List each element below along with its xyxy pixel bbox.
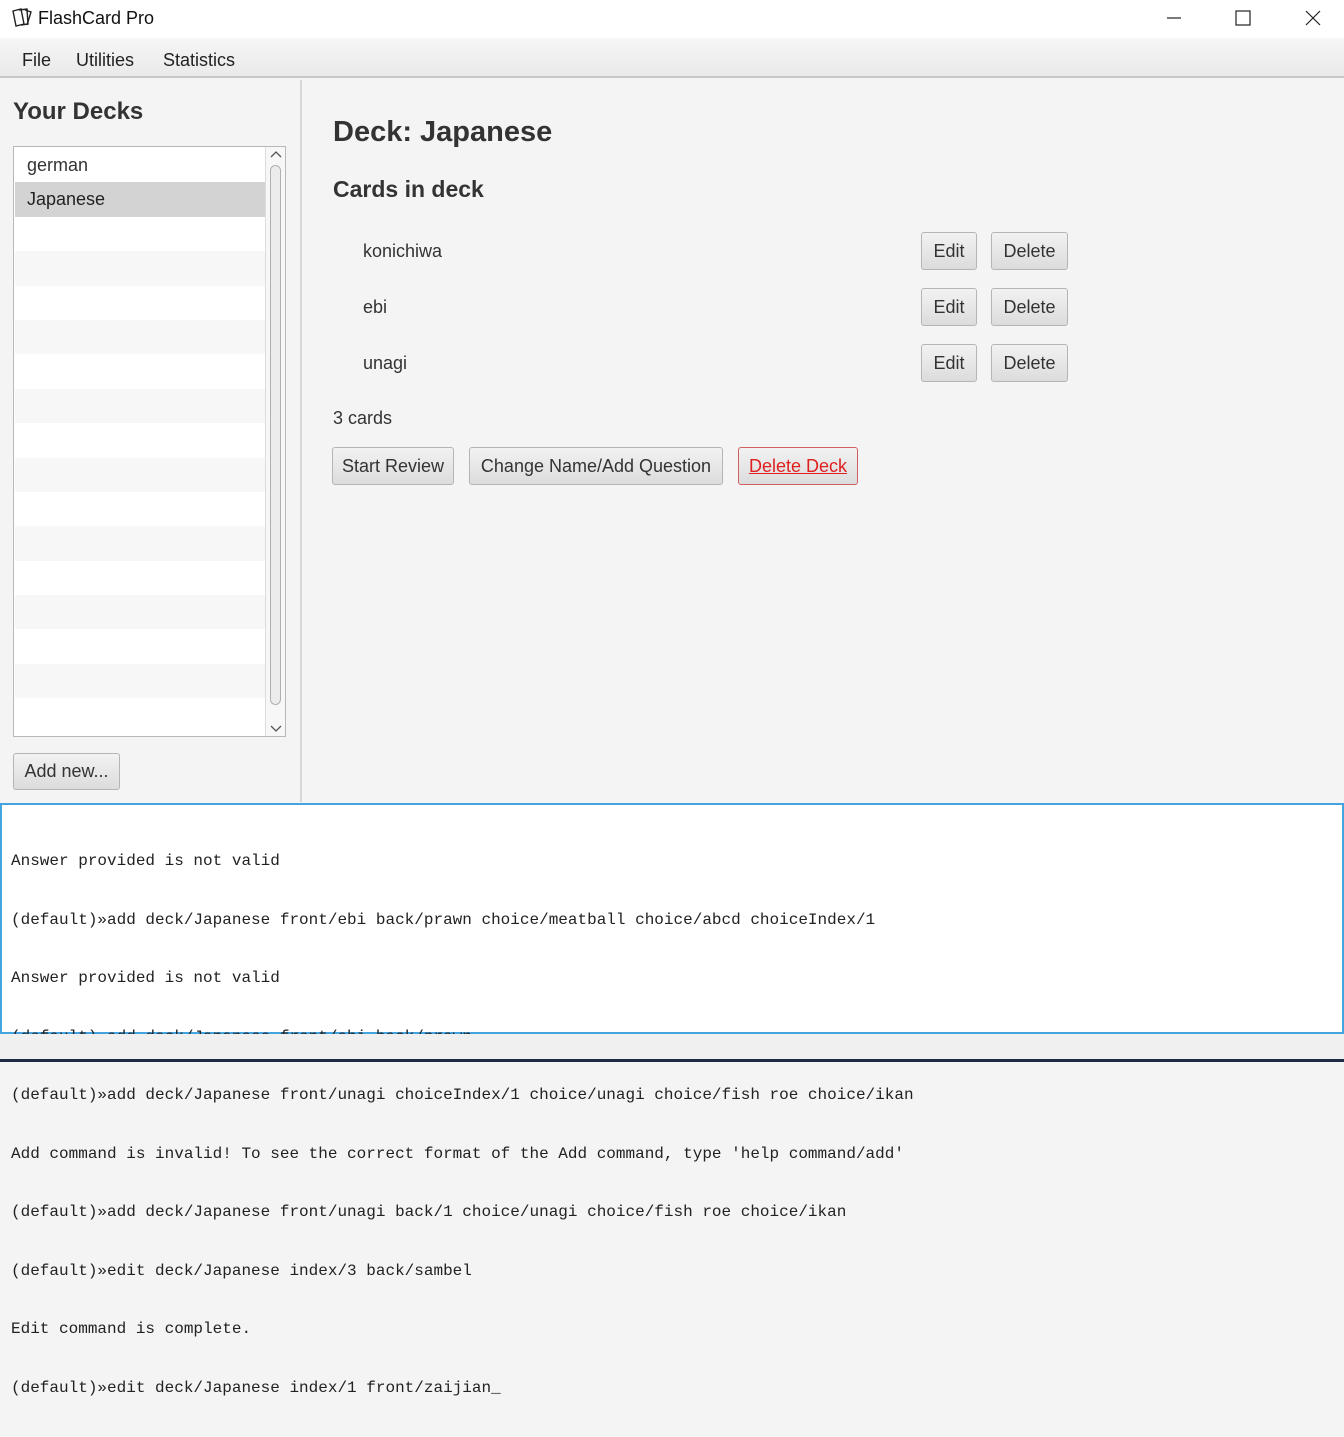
delete-card-button[interactable]: Delete xyxy=(991,232,1068,270)
empty-list-row xyxy=(15,457,265,492)
deck-list[interactable]: german Japanese xyxy=(13,146,286,737)
deck-sidebar: Your Decks german Japanese Add new... xyxy=(0,80,302,802)
menu-bar: File Utilities Statistics xyxy=(0,38,1344,78)
menu-utilities[interactable]: Utilities xyxy=(76,50,134,71)
card-row: ebi Edit Delete xyxy=(333,288,1073,326)
scrollbar-thumb[interactable] xyxy=(270,165,281,705)
card-front-text: unagi xyxy=(363,353,408,373)
minimize-button[interactable] xyxy=(1139,0,1209,38)
card-front-text: ebi xyxy=(363,297,388,317)
sidebar-title: Your Decks xyxy=(13,98,144,125)
cards-heading: Cards in deck xyxy=(333,176,484,202)
card-count: 3 cards xyxy=(333,408,393,428)
menu-statistics[interactable]: Statistics xyxy=(163,50,235,71)
empty-list-row xyxy=(15,698,265,733)
delete-card-button[interactable]: Delete xyxy=(991,344,1068,382)
empty-list-row xyxy=(15,526,265,561)
empty-list-row xyxy=(15,388,265,424)
change-name-button[interactable]: Change Name/Add Question xyxy=(469,447,723,485)
empty-list-row xyxy=(15,216,265,252)
empty-list-row xyxy=(15,595,265,630)
menu-file[interactable]: File xyxy=(22,50,51,71)
maximize-icon xyxy=(1235,10,1251,26)
delete-card-button[interactable]: Delete xyxy=(991,288,1068,326)
empty-list-row xyxy=(15,663,265,699)
card-row: konichiwa Edit Delete xyxy=(333,232,1073,270)
delete-deck-button[interactable]: Delete Deck xyxy=(738,447,858,485)
empty-list-row xyxy=(15,560,265,596)
edit-card-button[interactable]: Edit xyxy=(921,232,977,270)
console-line: Answer provided is not valid xyxy=(11,852,280,870)
command-console[interactable]: Answer provided is not valid (default)»a… xyxy=(0,803,1344,1397)
deck-list-rows: german Japanese xyxy=(15,148,265,736)
console-line: Add command is invalid! To see the corre… xyxy=(11,1144,904,1163)
edit-card-button[interactable]: Edit xyxy=(921,288,977,326)
console-line: (default)»add deck/Japanese front/unagi … xyxy=(11,1086,914,1104)
console-line: Edit command is complete. xyxy=(11,1320,252,1338)
deck-item-japanese[interactable]: Japanese xyxy=(15,182,265,217)
add-deck-button[interactable]: Add new... xyxy=(13,753,120,790)
edit-card-button[interactable]: Edit xyxy=(921,344,977,382)
deck-detail-panel: Deck: Japanese Cards in deck konichiwa E… xyxy=(304,80,1344,802)
minimize-icon xyxy=(1167,17,1181,19)
empty-list-row xyxy=(15,251,265,286)
cards-icon xyxy=(12,8,32,27)
chevron-up-icon[interactable] xyxy=(266,147,286,163)
empty-list-row xyxy=(15,285,265,320)
console-line: (default)»edit deck/Japanese index/3 bac… xyxy=(11,1261,472,1280)
maximize-button[interactable] xyxy=(1208,0,1278,38)
close-button[interactable] xyxy=(1278,0,1344,38)
console-line: (default)»add deck/Japanese front/ebi ba… xyxy=(11,910,876,929)
console-output: Answer provided is not valid (default)»a… xyxy=(11,813,914,1437)
deck-title: Deck: Japanese xyxy=(333,116,553,148)
close-icon xyxy=(1305,10,1321,26)
card-row: unagi Edit Delete xyxy=(333,344,1073,382)
deck-item-german[interactable]: german xyxy=(15,148,265,183)
empty-list-row xyxy=(15,423,265,458)
status-bar xyxy=(0,1034,1344,1062)
console-line: Answer provided is not valid xyxy=(11,969,280,987)
console-line: (default)»add deck/Japanese front/unagi … xyxy=(11,1203,847,1221)
empty-list-row xyxy=(15,629,265,664)
start-review-button[interactable]: Start Review xyxy=(332,447,454,485)
title-bar: FlashCard Pro xyxy=(0,0,1344,38)
empty-list-row xyxy=(15,354,265,389)
deck-list-scrollbar[interactable] xyxy=(265,147,285,736)
card-front-text: konichiwa xyxy=(363,241,443,261)
empty-list-row xyxy=(15,491,265,527)
empty-list-row xyxy=(15,319,265,355)
window-title: FlashCard Pro xyxy=(38,8,155,28)
console-input-line[interactable]: (default)»edit deck/Japanese index/1 fro… xyxy=(11,1379,914,1399)
chevron-down-icon[interactable] xyxy=(266,720,286,736)
